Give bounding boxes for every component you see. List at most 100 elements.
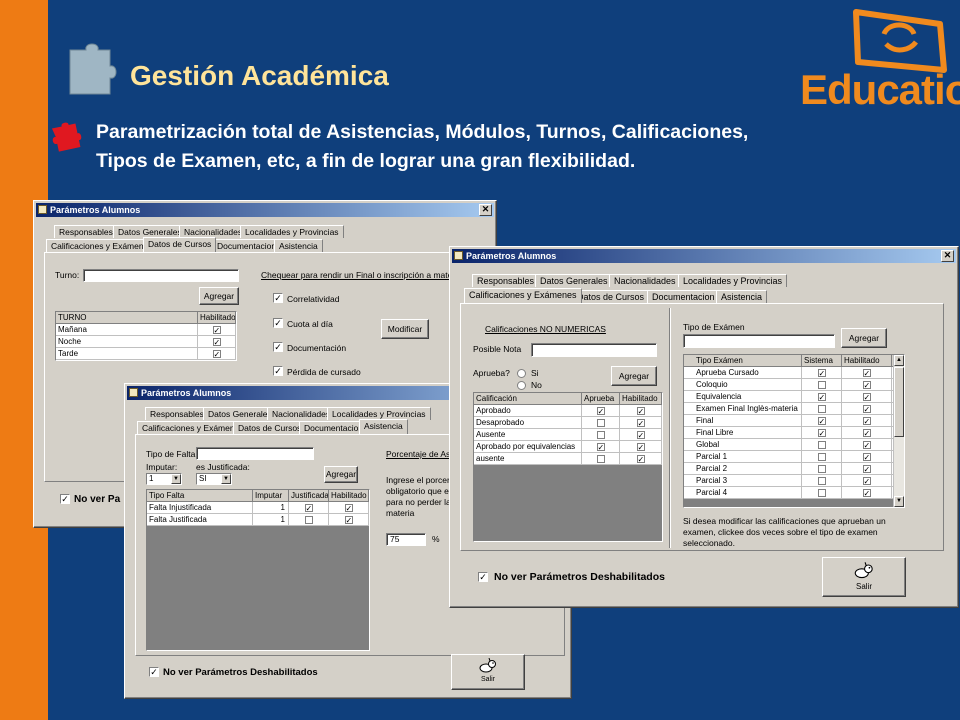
aprueba-check[interactable] <box>582 429 620 440</box>
table-row[interactable]: ausente ✓ <box>474 453 662 465</box>
aprueba-check[interactable] <box>582 417 620 428</box>
chevron-down-icon[interactable]: ▼ <box>171 474 181 484</box>
perdida-checkbox[interactable]: ✓ <box>273 366 283 376</box>
tab-responsables[interactable]: Responsables <box>54 225 118 238</box>
tab-responsables[interactable]: Responsables <box>145 407 209 420</box>
tab-documentacion[interactable]: Documentacion <box>212 239 282 252</box>
tab-asistencia[interactable]: Asistencia <box>274 239 323 252</box>
tab-documentacion[interactable]: Documentacion <box>647 290 720 303</box>
habilitado-check[interactable]: ✓ <box>329 514 369 525</box>
tab-asistencia[interactable]: Asistencia <box>359 419 408 434</box>
sistema-check[interactable] <box>802 487 842 498</box>
aprueba-check[interactable]: ✓ <box>582 441 620 452</box>
table-row[interactable]: Equivalencia ✓ ✓ <box>684 391 904 403</box>
justificada-select[interactable]: SI ▼ <box>196 473 232 485</box>
table-row[interactable]: Aprobado ✓ ✓ <box>474 405 662 417</box>
posible-nota-input[interactable] <box>531 343 657 357</box>
habilitado-check[interactable]: ✓ <box>620 453 662 464</box>
tipo-falta-input[interactable] <box>196 447 314 460</box>
chevron-down-icon[interactable]: ▼ <box>221 474 231 484</box>
table-row[interactable]: Final ✓ ✓ <box>684 415 904 427</box>
tab-calificaciones[interactable]: Calificaciones y Exámenes <box>137 421 249 434</box>
habilitado-check[interactable]: ✓ <box>620 417 662 428</box>
tab-nacionalidades[interactable]: Nacionalidades <box>609 274 681 287</box>
examenes-scrollbar[interactable]: ▲ ▼ <box>893 355 904 507</box>
habilitado-check[interactable]: ✓ <box>842 439 892 450</box>
sistema-check[interactable]: ✓ <box>802 391 842 402</box>
tab-nacionalidades[interactable]: Nacionalidades <box>267 407 336 420</box>
agregar-button[interactable]: Agregar <box>611 366 657 386</box>
tab-responsables[interactable]: Responsables <box>472 274 540 287</box>
justificada-check[interactable] <box>289 514 329 525</box>
imputar-select[interactable]: 1 ▼ <box>146 473 182 485</box>
sistema-check[interactable] <box>802 451 842 462</box>
tab-datos-cursos[interactable]: Datos de Cursos <box>143 237 217 252</box>
table-row[interactable]: Final Libre ✓ ✓ <box>684 427 904 439</box>
aprueba-check[interactable] <box>582 453 620 464</box>
tab-datos-generales[interactable]: Datos Generales <box>203 407 277 420</box>
habilitado-check[interactable]: ✓ <box>329 502 369 513</box>
sistema-check[interactable] <box>802 463 842 474</box>
scroll-thumb[interactable] <box>894 367 904 437</box>
tab-calificaciones[interactable]: Calificaciones y Exámenes <box>464 288 582 303</box>
justificada-check[interactable]: ✓ <box>289 502 329 513</box>
habilitado-check[interactable]: ✓ <box>842 451 892 462</box>
habilitado-check[interactable]: ✓ <box>198 348 236 359</box>
agregar-button[interactable]: Agregar <box>199 287 239 305</box>
habilitado-check[interactable]: ✓ <box>842 403 892 414</box>
aprueba-check[interactable]: ✓ <box>582 405 620 416</box>
salir-button[interactable]: Salir <box>822 557 906 597</box>
table-row[interactable]: Parcial 2 ✓ <box>684 463 904 475</box>
no-ver-checkbox[interactable]: ✓ <box>478 572 488 582</box>
habilitado-check[interactable]: ✓ <box>620 429 662 440</box>
habilitado-check[interactable]: ✓ <box>198 324 236 335</box>
table-row[interactable]: Mañana ✓ <box>56 324 236 336</box>
sistema-check[interactable] <box>802 475 842 486</box>
habilitado-check[interactable]: ✓ <box>842 367 892 378</box>
tab-localidades[interactable]: Localidades y Provincias <box>240 225 344 238</box>
habilitado-check[interactable]: ✓ <box>842 427 892 438</box>
turno-input[interactable] <box>83 269 239 282</box>
agregar-examen-button[interactable]: Agregar <box>841 328 887 348</box>
habilitado-check[interactable]: ✓ <box>842 379 892 390</box>
tab-asistencia[interactable]: Asistencia <box>716 290 768 303</box>
table-row[interactable]: Falta Injustificada 1 ✓ ✓ <box>147 502 369 514</box>
close-button[interactable]: ✕ <box>941 250 954 262</box>
correlatividad-checkbox[interactable]: ✓ <box>273 293 283 303</box>
cuota-checkbox[interactable]: ✓ <box>273 318 283 328</box>
sistema-check[interactable]: ✓ <box>802 427 842 438</box>
scroll-up-icon[interactable]: ▲ <box>894 355 904 366</box>
table-row[interactable]: Parcial 4 ✓ <box>684 487 904 499</box>
sistema-check[interactable] <box>802 439 842 450</box>
tab-datos-cursos[interactable]: Datos de Cursos <box>233 421 307 434</box>
agregar-button[interactable]: Agregar <box>324 466 358 483</box>
scroll-down-icon[interactable]: ▼ <box>894 496 904 507</box>
porcentaje-input[interactable]: 75 <box>386 533 426 546</box>
tab-datos-generales[interactable]: Datos Generales <box>535 274 613 287</box>
tab-calificaciones[interactable]: Calificaciones y Exámenes <box>46 239 158 252</box>
habilitado-check[interactable]: ✓ <box>620 441 662 452</box>
tab-localidades[interactable]: Localidades y Provincias <box>678 274 788 287</box>
table-row[interactable]: Noche ✓ <box>56 336 236 348</box>
table-row[interactable]: Coloquio ✓ <box>684 379 904 391</box>
documentacion-checkbox[interactable]: ✓ <box>273 342 283 352</box>
tab-documentacion[interactable]: Documentacion <box>299 421 369 434</box>
table-row[interactable]: Parcial 3 ✓ <box>684 475 904 487</box>
si-radio[interactable] <box>517 369 526 378</box>
table-row[interactable]: Falta Justificada 1 ✓ <box>147 514 369 526</box>
no-radio[interactable] <box>517 381 526 390</box>
sistema-check[interactable] <box>802 403 842 414</box>
habilitado-check[interactable]: ✓ <box>842 487 892 498</box>
table-row[interactable]: Desaprobado ✓ <box>474 417 662 429</box>
sistema-check[interactable]: ✓ <box>802 415 842 426</box>
table-row[interactable]: Aprobado por equivalencias ✓ ✓ <box>474 441 662 453</box>
close-button[interactable]: ✕ <box>479 204 492 216</box>
table-row[interactable]: Aprueba Cursado ✓ ✓ <box>684 367 904 379</box>
tipo-examen-input[interactable] <box>683 334 835 348</box>
table-row[interactable]: Tarde ✓ <box>56 348 236 360</box>
table-row[interactable]: Parcial 1 ✓ <box>684 451 904 463</box>
salir-button[interactable]: Salir <box>451 654 525 690</box>
tab-datos-cursos[interactable]: Datos de Cursos <box>572 290 650 303</box>
sistema-check[interactable] <box>802 379 842 390</box>
sistema-check[interactable]: ✓ <box>802 367 842 378</box>
